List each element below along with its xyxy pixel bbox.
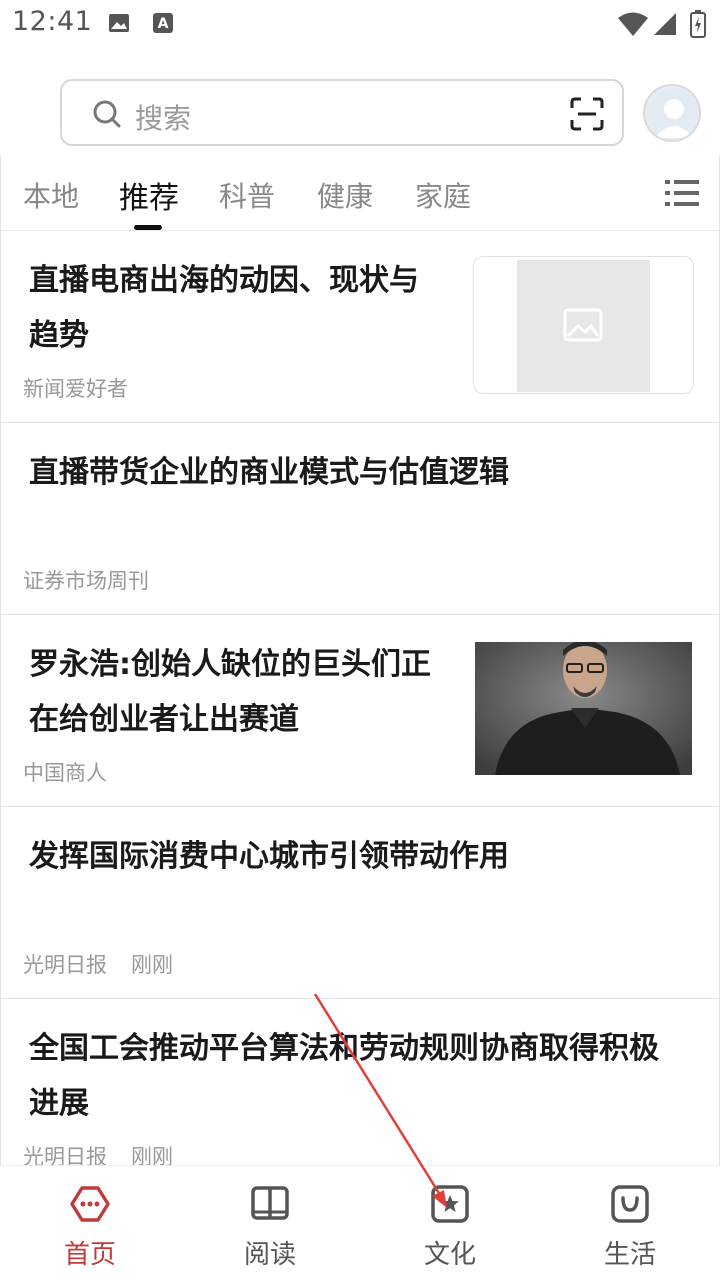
article-card[interactable]: 发挥国际消费中心城市引领带动作用 光明日报 刚刚 <box>1 807 719 999</box>
bag-icon <box>611 1185 649 1223</box>
wifi-icon <box>618 12 648 36</box>
article-thumbnail <box>473 256 694 394</box>
user-avatar[interactable] <box>643 84 701 142</box>
article-source: 证券市场周刊 <box>23 569 149 593</box>
scan-icon[interactable] <box>570 97 604 131</box>
article-title: 罗永浩:创始人缺位的巨头们正 在给创业者让出赛道 <box>29 647 431 737</box>
search-bar[interactable]: 搜索 <box>60 79 624 146</box>
nav-culture-label: 文化 <box>423 1240 476 1270</box>
article-photo <box>475 642 692 775</box>
svg-text:A: A <box>158 16 169 32</box>
image-notification-icon <box>109 14 129 32</box>
article-source: 新闻爱好者 <box>23 377 128 401</box>
article-title: 发挥国际消费中心城市引领带动作用 <box>29 839 509 874</box>
article-card[interactable]: 罗永浩:创始人缺位的巨头们正 在给创业者让出赛道 中国商人 <box>1 615 719 807</box>
nav-life-label: 生活 <box>603 1240 656 1270</box>
nav-home-label: 首页 <box>63 1240 116 1270</box>
article-source: 中国商人 <box>23 761 107 785</box>
article-title: 直播电商出海的动因、现状与 趋势 <box>29 263 419 353</box>
article-title: 直播带货企业的商业模式与估值逻辑 <box>29 455 509 490</box>
cellular-signal-icon <box>654 13 676 35</box>
news-feed[interactable]: 直播电商出海的动因、现状与 趋势 新闻爱好者 直播带货企业的商业模式与估值逻辑 … <box>0 231 720 1165</box>
active-tab-indicator <box>134 225 162 230</box>
status-time: 12:41 <box>12 6 93 37</box>
tab-science[interactable]: 科普 <box>219 175 275 215</box>
font-notification-icon: A <box>153 13 173 33</box>
article-source: 光明日报 刚刚 <box>23 953 173 977</box>
channel-menu-icon[interactable] <box>665 178 699 208</box>
star-square-icon <box>431 1185 469 1223</box>
category-tabs: 本地 推荐 科普 健康 家庭 <box>0 155 720 231</box>
battery-icon <box>690 10 706 38</box>
nav-culture[interactable]: 文化 <box>360 1166 540 1280</box>
book-icon <box>251 1186 289 1220</box>
article-card[interactable]: 直播带货企业的商业模式与估值逻辑 证券市场周刊 <box>1 423 719 615</box>
image-placeholder-icon <box>563 308 603 342</box>
tab-local[interactable]: 本地 <box>23 175 79 215</box>
nav-life[interactable]: 生活 <box>540 1166 720 1280</box>
home-hexagon-icon <box>70 1186 110 1222</box>
tab-health[interactable]: 健康 <box>317 175 373 215</box>
article-card[interactable]: 全国工会推动平台算法和劳动规则协商取得积极 进展 光明日报 刚刚 <box>1 999 719 1165</box>
article-card[interactable]: 直播电商出海的动因、现状与 趋势 新闻爱好者 <box>1 231 719 423</box>
nav-home[interactable]: 首页 <box>0 1166 180 1280</box>
avatar-person-icon <box>647 88 699 140</box>
search-icon <box>93 100 121 128</box>
article-source: 光明日报 刚刚 <box>23 1145 173 1165</box>
tab-recommended[interactable]: 推荐 <box>119 173 179 217</box>
tab-family[interactable]: 家庭 <box>415 175 471 215</box>
nav-read[interactable]: 阅读 <box>180 1166 360 1280</box>
search-input[interactable]: 搜索 <box>135 97 191 137</box>
bottom-navigation: 首页 阅读 文化 生活 <box>0 1165 720 1280</box>
nav-read-label: 阅读 <box>243 1240 296 1270</box>
status-bar: 12:41 A <box>0 0 720 48</box>
portrait-photo <box>475 642 692 775</box>
article-title: 全国工会推动平台算法和劳动规则协商取得积极 进展 <box>29 1031 659 1121</box>
